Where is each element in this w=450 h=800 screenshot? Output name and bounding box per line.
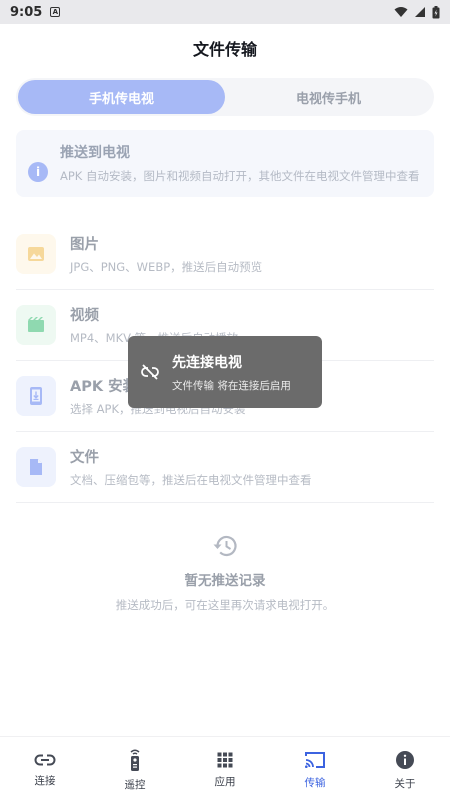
cast-icon <box>305 752 325 768</box>
video-icon <box>16 305 56 345</box>
file-type-name: 视频 <box>70 308 99 324</box>
info-icon: i <box>28 162 48 182</box>
nav-apps[interactable]: 应用 <box>180 737 270 800</box>
nav-label: 连接 <box>34 775 56 787</box>
apk-icon <box>16 376 56 416</box>
transfer-direction-switch: 手机传电视 电视传手机 <box>16 78 434 116</box>
page-title: 文件传输 <box>192 40 257 59</box>
apps-icon <box>217 752 233 768</box>
battery-icon <box>432 5 440 18</box>
status-icons <box>394 5 440 19</box>
nav-about[interactable]: 关于 <box>360 737 450 800</box>
nav-remote[interactable]: 遥控 <box>90 737 180 800</box>
toast-message: 文件传输 将在连接后启用 <box>172 379 291 392</box>
file-icon <box>16 447 56 487</box>
signal-icon <box>415 7 425 17</box>
nav-connect[interactable]: 连接 <box>0 737 90 800</box>
empty-state: 暂无推送记录 推送成功后，可在这里再次请求电视打开。 <box>0 533 450 613</box>
status-bar: 9:05 A <box>0 0 450 24</box>
file-type-desc: 文档、压缩包等，推送后在电视文件管理中查看 <box>70 473 312 487</box>
file-type-desc: JPG、PNG、WEBP，推送后自动预览 <box>70 260 263 274</box>
toast-title: 先连接电视 <box>172 354 242 371</box>
bottom-navigation: 连接 遥控 应用 传输 关于 <box>0 736 450 800</box>
info-card-description: APK 自动安装，图片和视频自动打开，其他文件在电视文件管理中查看 <box>60 169 420 183</box>
notification-a-icon: A <box>50 7 61 17</box>
file-type-name: 文件 <box>70 450 99 466</box>
link-off-icon <box>141 364 159 380</box>
link-icon <box>34 754 56 766</box>
status-time: 9:05 <box>10 4 43 20</box>
wifi-icon <box>394 7 408 17</box>
empty-state-subtitle: 推送成功后，可在这里再次请求电视打开。 <box>115 598 335 612</box>
remote-icon <box>130 749 140 771</box>
file-type-name: 图片 <box>70 237 99 253</box>
file-type-image[interactable]: 图片 JPG、PNG、WEBP，推送后自动预览 <box>16 219 434 290</box>
push-info-card: i 推送到电视 APK 自动安装，图片和视频自动打开，其他文件在电视文件管理中查… <box>16 130 434 197</box>
history-icon <box>213 535 237 557</box>
image-icon <box>16 234 56 274</box>
nav-label: 应用 <box>214 776 236 788</box>
tab-phone-to-tv[interactable]: 手机传电视 <box>18 80 225 114</box>
tab-tv-to-phone[interactable]: 电视传手机 <box>225 80 432 114</box>
file-type-file[interactable]: 文件 文档、压缩包等，推送后在电视文件管理中查看 <box>16 432 434 503</box>
nav-label: 关于 <box>394 778 416 790</box>
about-icon <box>396 751 414 769</box>
info-card-title: 推送到电视 <box>60 145 130 161</box>
nav-label: 遥控 <box>124 779 146 791</box>
nav-label: 传输 <box>304 777 326 789</box>
empty-state-title: 暂无推送记录 <box>184 573 266 589</box>
connect-tv-toast: 先连接电视 文件传输 将在连接后启用 <box>128 336 322 408</box>
nav-transfer[interactable]: 传输 <box>270 737 360 800</box>
